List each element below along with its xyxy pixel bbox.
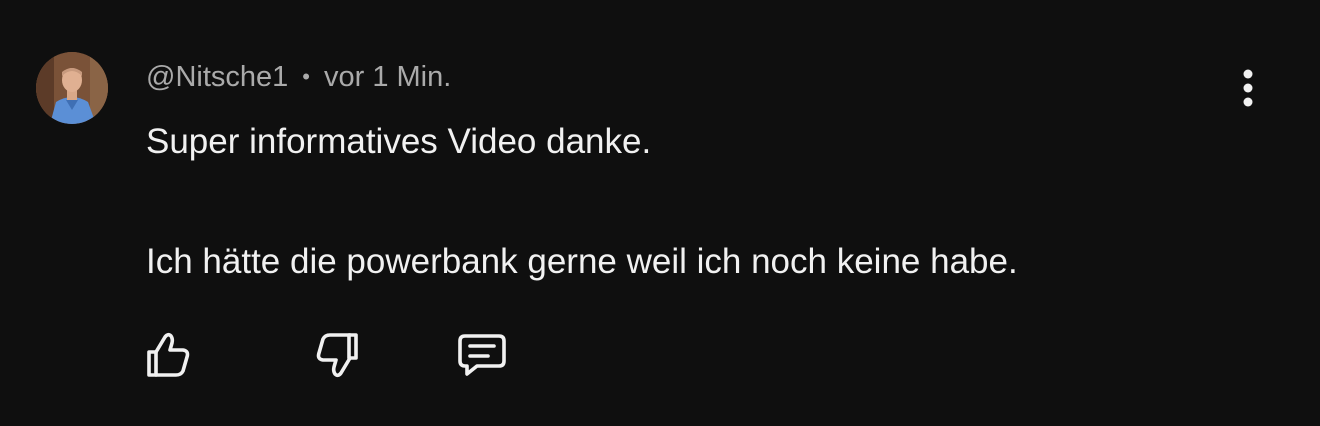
dislike-button[interactable] bbox=[310, 328, 366, 382]
timestamp[interactable]: vor 1 Min. bbox=[324, 61, 451, 94]
more-actions-button[interactable] bbox=[1228, 66, 1268, 110]
thumbs-up-icon bbox=[147, 332, 190, 377]
comment-header: @Nitsche1 • vor 1 Min. bbox=[146, 58, 451, 96]
reply-comment-icon bbox=[458, 334, 506, 376]
more-vertical-icon bbox=[1243, 69, 1253, 107]
comment-text: Super informatives Video danke. Ich hätt… bbox=[146, 112, 1226, 292]
avatar-image bbox=[36, 52, 108, 124]
comment-item: @Nitsche1 • vor 1 Min. Super informative… bbox=[0, 0, 1320, 426]
avatar[interactable] bbox=[36, 52, 108, 124]
reply-button[interactable] bbox=[454, 328, 510, 382]
meta-separator: • bbox=[302, 64, 310, 89]
author-name[interactable]: @Nitsche1 bbox=[146, 61, 288, 94]
comment-paragraph: Ich hätte die powerbank gerne weil ich n… bbox=[146, 242, 1018, 281]
thumbs-down-icon bbox=[316, 333, 358, 378]
like-button[interactable] bbox=[140, 328, 196, 382]
comment-paragraph: Super informatives Video danke. bbox=[146, 122, 652, 161]
